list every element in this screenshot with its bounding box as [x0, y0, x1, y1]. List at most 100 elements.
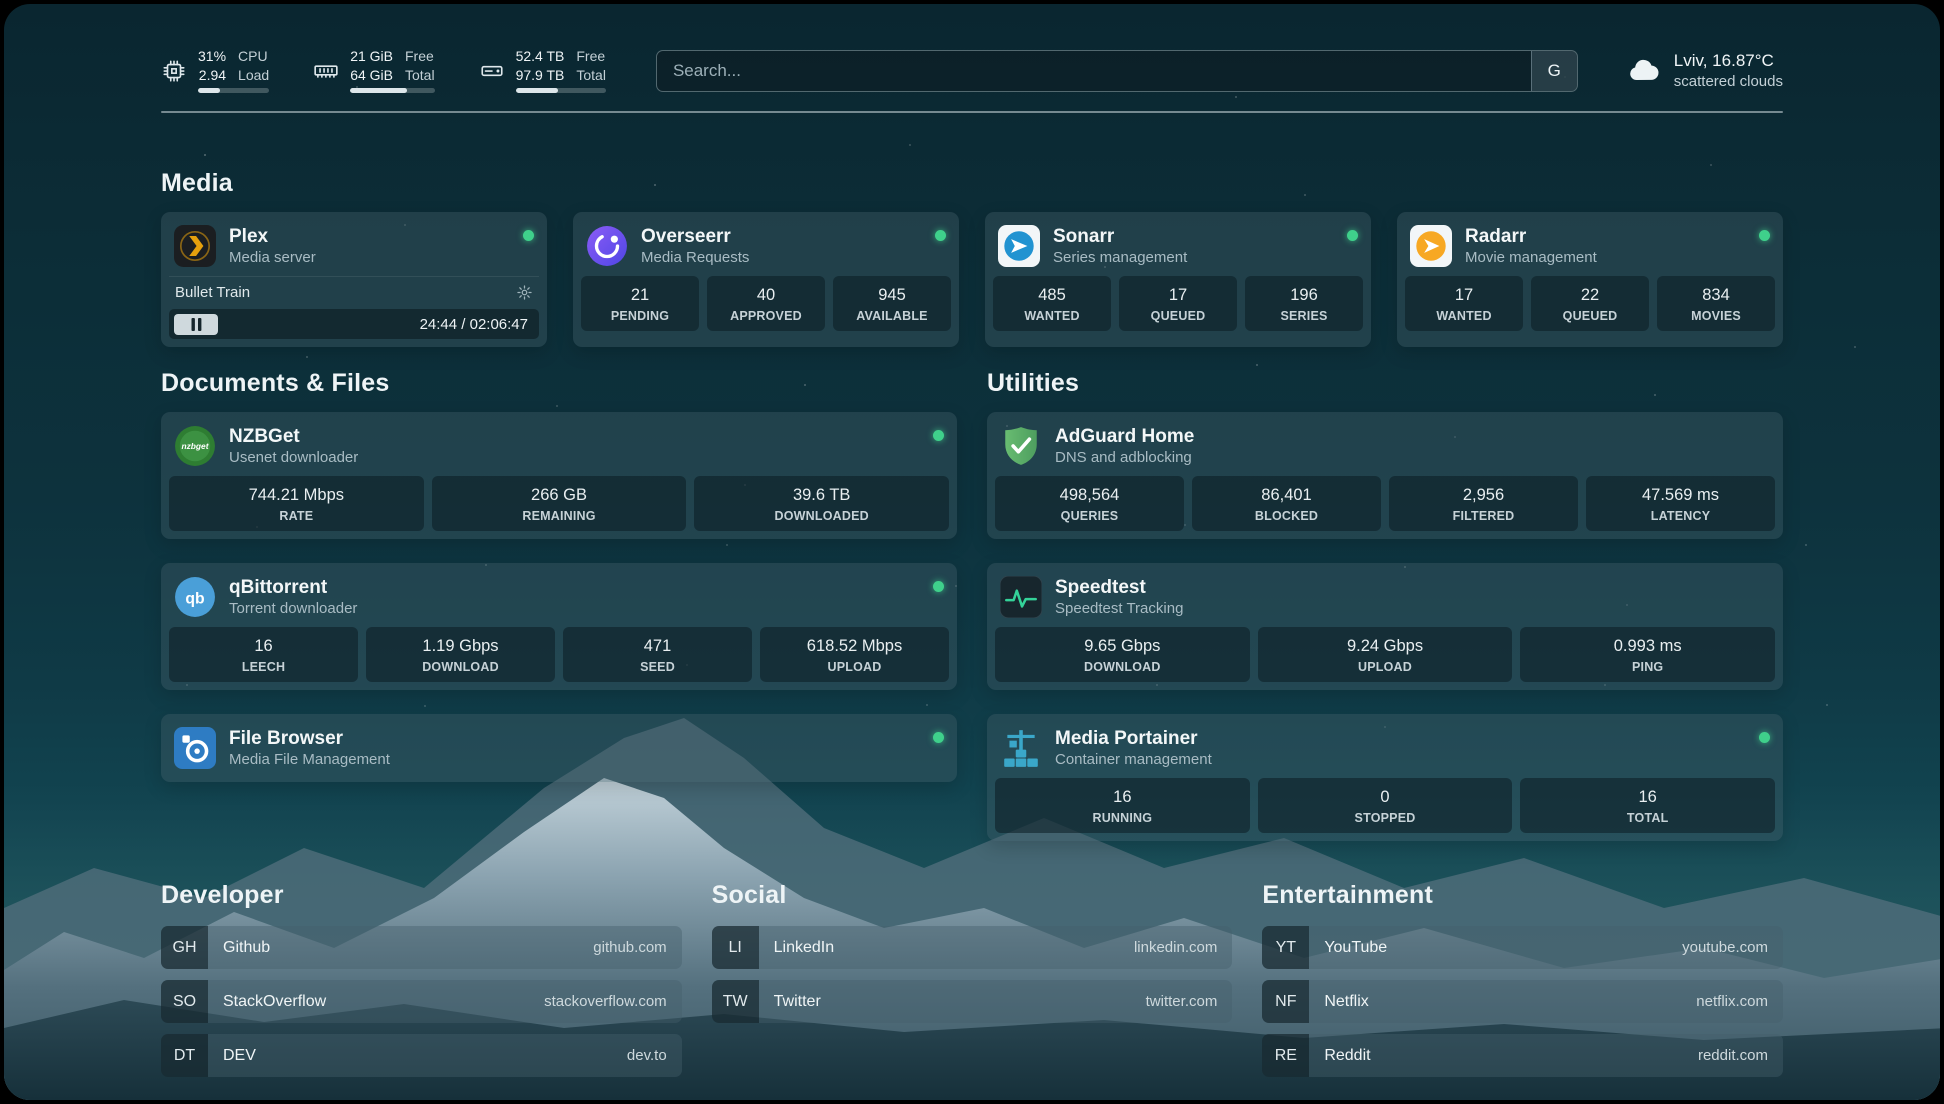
- service-name: Plex: [229, 226, 316, 248]
- service-card-plex[interactable]: Plex Media server Bullet Train: [161, 212, 547, 347]
- status-dot: [935, 230, 946, 241]
- disk-total: 97.9 TB: [516, 67, 565, 85]
- bookmark-url: netflix.com: [1696, 993, 1768, 1010]
- memory-label-1: Free: [405, 48, 435, 66]
- service-card-nzbget[interactable]: nzbget NZBGet Usenet downloader 744.21 M…: [161, 412, 957, 539]
- header-divider: [161, 111, 1783, 113]
- status-dot: [933, 430, 944, 441]
- bookmark-linkedin[interactable]: LI LinkedIn linkedin.com: [712, 926, 1233, 969]
- snow-speckles: [4, 4, 6, 6]
- service-name: Media Portainer: [1055, 728, 1212, 750]
- memory-icon: [313, 58, 339, 84]
- svg-text:nzbget: nzbget: [182, 441, 210, 451]
- bookmark-github[interactable]: GH Github github.com: [161, 926, 682, 969]
- service-card-overseerr[interactable]: Overseerr Media Requests 21PENDING 40APP…: [573, 212, 959, 347]
- bookmark-stackoverflow[interactable]: SO StackOverflow stackoverflow.com: [161, 980, 682, 1023]
- cloud-icon: [1626, 53, 1662, 89]
- pause-button[interactable]: [174, 314, 218, 335]
- bookmark-url: stackoverflow.com: [544, 993, 667, 1010]
- radarr-icon: [1410, 225, 1452, 267]
- service-card-adguard[interactable]: AdGuard Home DNS and adblocking 498,564Q…: [987, 412, 1783, 539]
- service-desc: Usenet downloader: [229, 449, 358, 466]
- sonarr-icon: [998, 225, 1040, 267]
- stat-download: 9.65 GbpsDOWNLOAD: [995, 627, 1250, 682]
- pause-icon: [191, 318, 202, 331]
- service-card-portainer[interactable]: Media Portainer Container management 16R…: [987, 714, 1783, 841]
- service-desc: Speedtest Tracking: [1055, 600, 1183, 617]
- top-status-bar: 31% CPU 2.94 Load: [161, 48, 1783, 93]
- playback-time: 24:44 / 02:06:47: [420, 316, 539, 333]
- service-card-speedtest[interactable]: Speedtest Speedtest Tracking 9.65 GbpsDO…: [987, 563, 1783, 690]
- status-dot: [933, 732, 944, 743]
- bookmark-url: reddit.com: [1698, 1047, 1768, 1064]
- gear-icon[interactable]: [516, 284, 533, 301]
- overseerr-icon: [586, 225, 628, 267]
- stat-total: 16TOTAL: [1520, 778, 1775, 833]
- stat-downloaded: 39.6 TBDOWNLOADED: [694, 476, 949, 531]
- stat-download: 1.19 GbpsDOWNLOAD: [366, 627, 555, 682]
- search-bar: G: [656, 50, 1578, 92]
- weather-condition: scattered clouds: [1674, 73, 1783, 90]
- bookmark-reddit[interactable]: RE Reddit reddit.com: [1262, 1034, 1783, 1077]
- bookmark-abbr: NF: [1262, 980, 1309, 1023]
- bookmark-name: YouTube: [1324, 939, 1387, 957]
- bookmark-name: StackOverflow: [223, 993, 326, 1011]
- utilities-section: Utilities: [987, 369, 1783, 841]
- search-provider-button[interactable]: G: [1531, 51, 1577, 91]
- bookmark-name: LinkedIn: [774, 939, 835, 957]
- cpu-label-1: CPU: [238, 48, 269, 66]
- service-name: AdGuard Home: [1055, 426, 1194, 448]
- bookmark-name: Reddit: [1324, 1047, 1370, 1065]
- stat-approved: 40APPROVED: [707, 276, 825, 331]
- stat-running: 16RUNNING: [995, 778, 1250, 833]
- bookmark-abbr: TW: [712, 980, 759, 1023]
- stat-latency: 47.569 msLATENCY: [1586, 476, 1775, 531]
- bookmark-url: dev.to: [627, 1047, 667, 1064]
- developer-section-title: Developer: [161, 881, 682, 910]
- documents-section: Documents & Files nzbget NZBGet: [161, 369, 957, 841]
- service-name: Sonarr: [1053, 226, 1187, 248]
- bookmark-url: twitter.com: [1146, 993, 1218, 1010]
- stat-stopped: 0STOPPED: [1258, 778, 1513, 833]
- bookmark-name: Netflix: [1324, 993, 1368, 1011]
- bookmark-name: Twitter: [774, 993, 821, 1011]
- service-name: File Browser: [229, 728, 390, 750]
- playback-bar[interactable]: 24:44 / 02:06:47: [169, 309, 539, 339]
- stat-ping: 0.993 msPING: [1520, 627, 1775, 682]
- memory-free: 21 GiB: [350, 48, 393, 66]
- media-section: Media Plex Media server: [161, 169, 1783, 347]
- disk-free: 52.4 TB: [516, 48, 565, 66]
- service-card-sonarr[interactable]: Sonarr Series management 485WANTED 17QUE…: [985, 212, 1371, 347]
- stat-queued: 22QUEUED: [1531, 276, 1649, 331]
- portainer-icon: [1000, 727, 1042, 769]
- bookmark-youtube[interactable]: YT YouTube youtube.com: [1262, 926, 1783, 969]
- service-desc: Media File Management: [229, 751, 390, 768]
- bookmark-url: github.com: [593, 939, 666, 956]
- disk-widget: 52.4 TB Free 97.9 TB Total: [479, 48, 606, 93]
- bookmark-abbr: LI: [712, 926, 759, 969]
- service-desc: Container management: [1055, 751, 1212, 768]
- entertainment-section: Entertainment YT YouTube youtube.com NF …: [1262, 881, 1783, 1088]
- stat-pending: 21PENDING: [581, 276, 699, 331]
- bookmark-netflix[interactable]: NF Netflix netflix.com: [1262, 980, 1783, 1023]
- stat-rate: 744.21 MbpsRATE: [169, 476, 424, 531]
- status-dot: [1759, 230, 1770, 241]
- service-desc: Movie management: [1465, 249, 1597, 266]
- service-name: Overseerr: [641, 226, 749, 248]
- stat-wanted: 17WANTED: [1405, 276, 1523, 331]
- social-section-title: Social: [712, 881, 1233, 910]
- bookmark-abbr: DT: [161, 1034, 208, 1077]
- service-name: NZBGet: [229, 426, 358, 448]
- service-card-qbittorrent[interactable]: qb qBittorrent Torrent downloader 16LEEC…: [161, 563, 957, 690]
- service-card-filebrowser[interactable]: File Browser Media File Management: [161, 714, 957, 782]
- disk-label-1: Free: [576, 48, 606, 66]
- search-input[interactable]: [657, 51, 1531, 91]
- stat-wanted: 485WANTED: [993, 276, 1111, 331]
- developer-section: Developer GH Github github.com SO StackO…: [161, 881, 682, 1088]
- cpu-widget: 31% CPU 2.94 Load: [161, 48, 269, 93]
- bookmark-dev[interactable]: DT DEV dev.to: [161, 1034, 682, 1077]
- service-card-radarr[interactable]: Radarr Movie management 17WANTED 22QUEUE…: [1397, 212, 1783, 347]
- speedtest-icon: [1000, 576, 1042, 618]
- bookmark-abbr: GH: [161, 926, 208, 969]
- bookmark-twitter[interactable]: TW Twitter twitter.com: [712, 980, 1233, 1023]
